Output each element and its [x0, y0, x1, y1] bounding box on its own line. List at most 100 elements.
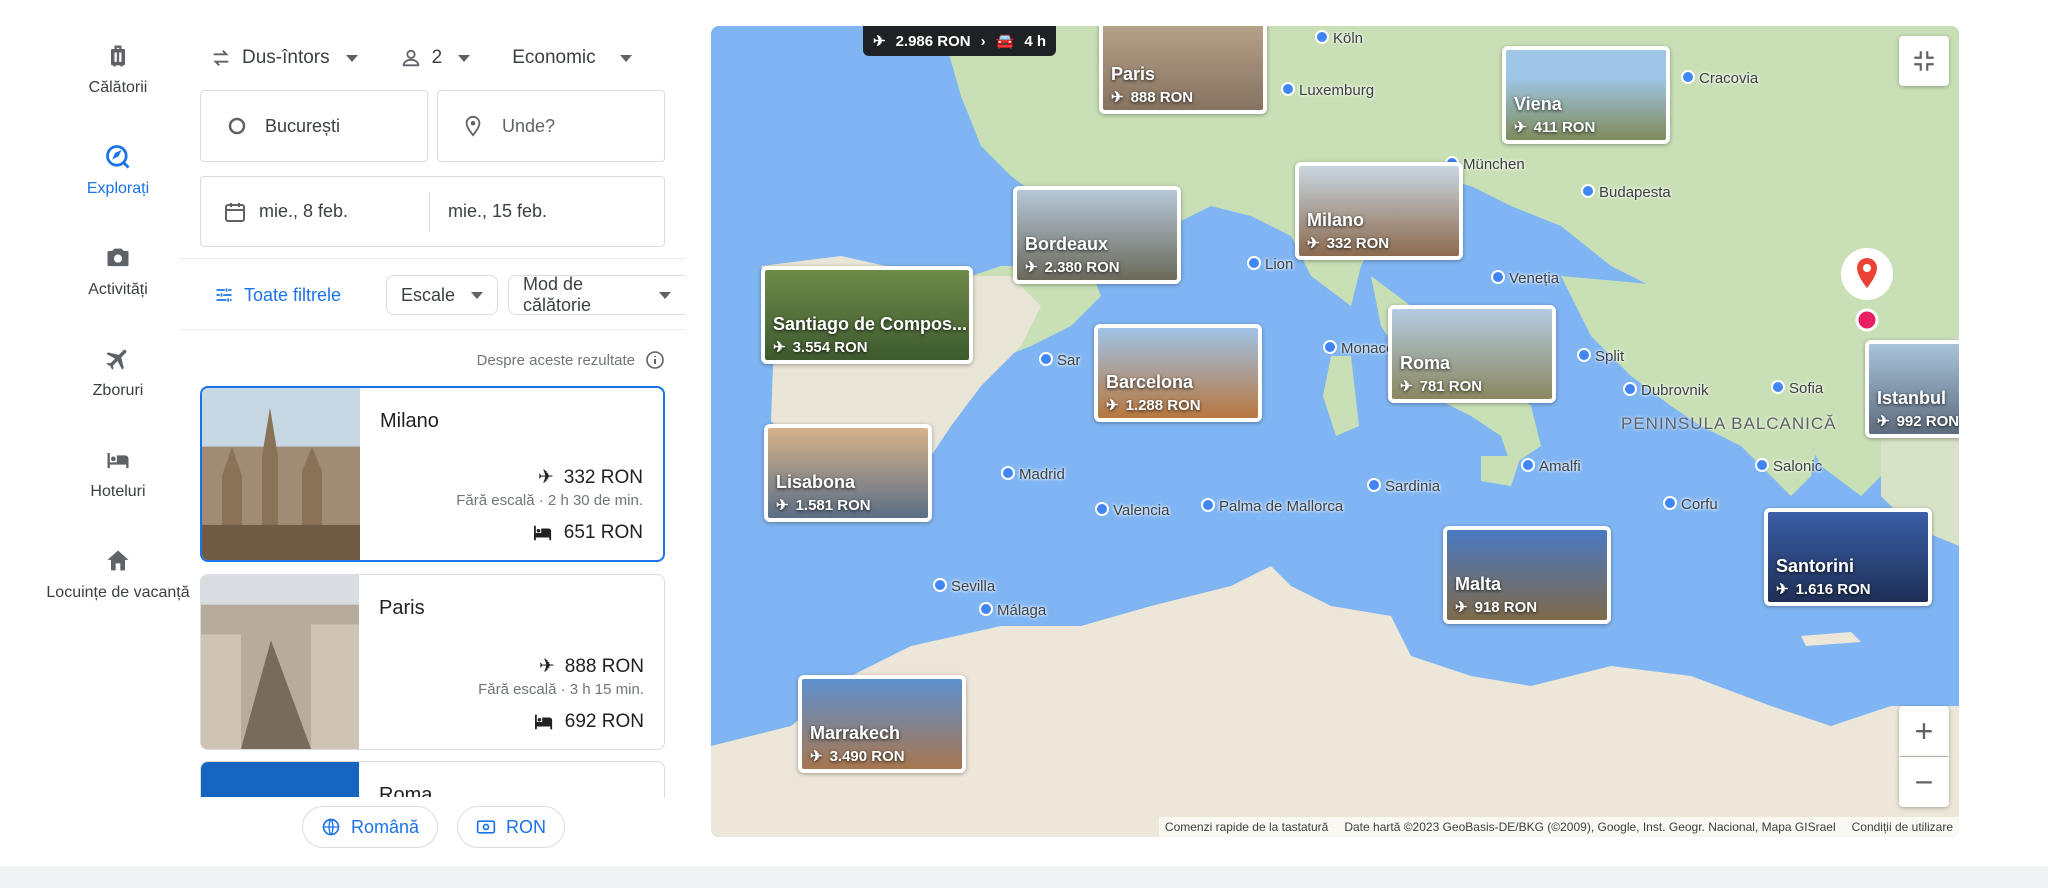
destination-field[interactable]: Unde? [437, 90, 665, 162]
hotel-icon [534, 714, 552, 730]
terms-link[interactable]: Condiții de utilizare [1852, 820, 1953, 834]
pin-price: 1.288 RON [1106, 396, 1201, 414]
keyboard-shortcuts-link[interactable]: Comenzi rapide de la tastatură [1165, 820, 1328, 834]
milano-photo [202, 388, 360, 560]
info-icon [646, 351, 664, 369]
chevron-right-icon: › [980, 32, 986, 50]
pin-price: 918 RON [1455, 598, 1538, 616]
pin-name: Viena [1514, 94, 1562, 114]
result-card-paris[interactable]: Paris ✈ 888 RON Fără escală · 3 h 15 min.… [200, 574, 665, 750]
result-card-roma[interactable]: Roma [200, 761, 665, 797]
language-button[interactable]: Română [302, 806, 439, 848]
hotel-price: 692 RON [564, 711, 644, 732]
map-pin-barcelona[interactable]: Barcelona 1.288 RON [1094, 324, 1262, 422]
pin-price: 2.380 RON [1025, 258, 1120, 276]
explore-icon [106, 145, 130, 169]
paris-photo [201, 575, 359, 749]
place-amalfi: Amalfi [1521, 458, 1581, 475]
flight-price-row: ✈ 332 RON [538, 466, 643, 489]
map-pin-santorini[interactable]: Santorini 1.616 RON [1764, 508, 1932, 606]
map-pin-bordeaux[interactable]: Bordeaux 2.380 RON [1013, 186, 1181, 284]
place-malaga: Málaga [979, 602, 1046, 619]
map-pin-marrakech[interactable]: Marrakech 3.490 RON [798, 675, 966, 773]
currency-button[interactable]: RON [457, 806, 565, 848]
all-filters-button[interactable]: Toate filtrele [200, 275, 356, 315]
place-koln: Köln [1315, 30, 1363, 47]
result-city: Roma [379, 784, 433, 797]
map-pin-santiago[interactable]: Santiago de Compos... 3.554 RON [761, 266, 973, 364]
travel-mode-filter[interactable]: Mod de călătorie [508, 274, 685, 315]
rail-item-label: Locuințe de vacanță [46, 584, 190, 601]
top-badge-price: 2.986 RON [895, 32, 971, 50]
map-data-credit: Date hartă ©2023 GeoBasis-DE/BKG (©2009)… [1344, 820, 1836, 834]
flight-icon: ✈ [538, 656, 555, 677]
place-lion: Lion [1247, 256, 1293, 273]
hotel-icon [533, 525, 551, 541]
pin-name: Lisabona [776, 472, 856, 492]
map-pin-milano[interactable]: Milano 332 RON [1295, 162, 1463, 260]
cabin-value: Economic [512, 47, 596, 68]
trip-type-dropdown[interactable]: Dus-întors [210, 47, 358, 69]
origin-field[interactable]: București [200, 90, 428, 162]
travel-mode-label: Mod de călătorie [523, 274, 592, 315]
region-balkan: PENINSULA BALCANICĂ [1621, 414, 1837, 433]
about-results[interactable]: Despre aceste rezultate [477, 350, 665, 370]
car-icon: 🚘 [995, 33, 1015, 50]
flight-icon: ✈ [873, 33, 886, 50]
chevron-down-icon [471, 291, 484, 299]
pin-name: Paris [1111, 64, 1156, 84]
pin-price: 3.554 RON [773, 338, 868, 356]
fullscreen-exit-button[interactable] [1899, 36, 1949, 86]
pin-name: Barcelona [1106, 372, 1194, 392]
result-card-milano[interactable]: Milano ✈ 332 RON Fără escală · 2 h 30 de … [200, 386, 665, 562]
explore-map[interactable]: ✈ 2.986 RON › 🚘 4 h Köln Luxemburg Cracovi… [711, 26, 1959, 837]
rail-item-flights[interactable]: Zboruri [38, 345, 198, 400]
zoom-out-button[interactable]: − [1899, 757, 1949, 807]
place-sofia: Sofia [1771, 380, 1823, 397]
stops-filter[interactable]: Escale [386, 275, 499, 315]
place-palma: Palma de Mallorca [1201, 498, 1343, 515]
map-pin-viena[interactable]: Viena 411 RON [1502, 46, 1670, 144]
pin-price: 1.616 RON [1776, 580, 1871, 598]
place-luxemburg: Luxemburg [1281, 82, 1374, 99]
about-results-label: Despre aceste rezultate [476, 351, 635, 369]
origin-marker-icon [1841, 248, 1893, 332]
flight-price-row: ✈ 888 RON [539, 655, 644, 678]
date-field[interactable]: mie., 8 feb. mie., 15 feb. [200, 176, 665, 247]
map-pin-roma[interactable]: Roma 781 RON [1388, 305, 1556, 403]
pin-price: 3.490 RON [810, 747, 905, 765]
rail-item-hotels[interactable]: Hoteluri [38, 446, 198, 501]
flight-meta: Fără escală · 3 h 15 min. [478, 681, 644, 698]
place-monaco: Monaco [1323, 340, 1394, 357]
all-filters-label: Toate filtrele [244, 284, 342, 305]
place-corfu: Corfu [1663, 496, 1718, 513]
currency-icon [476, 820, 496, 834]
tune-icon [216, 288, 232, 302]
location-pin-icon [465, 115, 481, 137]
map-pin-paris[interactable]: Paris 888 RON [1099, 26, 1267, 114]
return-date[interactable]: mie., 15 feb. [448, 201, 547, 222]
rail-item-label: Activități [88, 281, 148, 298]
pin-price: 411 RON [1514, 118, 1596, 136]
top-badge-duration: 4 h [1024, 32, 1046, 50]
cabin-dropdown[interactable]: Economic [512, 47, 632, 69]
rail-item-activities[interactable]: Activități [38, 244, 198, 299]
rail-item-explore[interactable]: Explorați [38, 143, 198, 198]
person-icon [402, 49, 419, 67]
date-divider [429, 191, 430, 232]
depart-date[interactable]: mie., 8 feb. [259, 201, 429, 222]
calendar-icon [225, 202, 245, 222]
top-route-badge[interactable]: ✈ 2.986 RON › 🚘 4 h [863, 26, 1056, 56]
map-pin-lisabona[interactable]: Lisabona 1.581 RON [764, 424, 932, 522]
pin-price: 888 RON [1111, 88, 1194, 106]
pin-name: Milano [1307, 210, 1364, 230]
rail-item-vacation-rentals[interactable]: Locuințe de vacanță [38, 547, 198, 602]
passengers-dropdown[interactable]: 2 [400, 47, 471, 69]
hotel-price-row: 692 RON [533, 711, 644, 733]
map-pin-malta[interactable]: Malta 918 RON [1443, 526, 1611, 624]
zoom-in-button[interactable]: + [1899, 706, 1949, 756]
roma-photo [201, 762, 359, 797]
place-madrid: Madrid [1001, 466, 1065, 483]
rail-item-trips[interactable]: Călătorii [38, 42, 198, 97]
place-sevilla: Sevilla [933, 578, 995, 595]
